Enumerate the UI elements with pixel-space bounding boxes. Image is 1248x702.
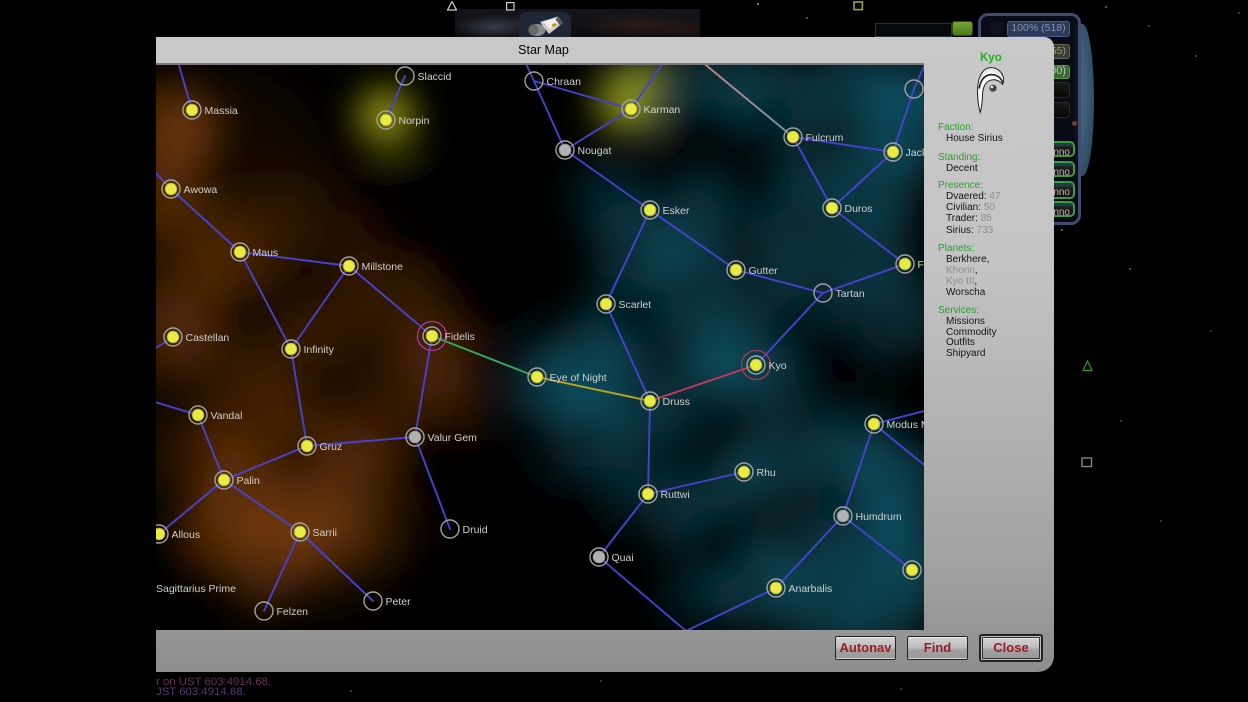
svg-text:Rhu: Rhu — [757, 467, 776, 479]
svg-text:Allous: Allous — [172, 529, 201, 541]
svg-text:Gutter: Gutter — [749, 265, 779, 277]
svg-text:Vandal: Vandal — [211, 410, 243, 422]
svg-text:Massia: Massia — [205, 105, 238, 117]
svg-text:Karman: Karman — [644, 104, 681, 116]
svg-text:Maus: Maus — [253, 247, 279, 259]
svg-text:Ruttwi: Ruttwi — [661, 489, 690, 501]
svg-text:Druid: Druid — [463, 524, 488, 536]
svg-text:Modus Manis: Modus Manis — [887, 419, 925, 431]
svg-text:Faith: Faith — [918, 259, 925, 271]
svg-text:Kyo: Kyo — [769, 360, 787, 372]
svg-text:Chraan: Chraan — [547, 76, 582, 88]
svg-text:Druss: Druss — [663, 396, 690, 408]
svg-text:Scarlet: Scarlet — [619, 299, 652, 311]
svg-text:Valur Gem: Valur Gem — [428, 432, 478, 444]
svg-text:Felzen: Felzen — [277, 606, 309, 618]
svg-text:Gruz: Gruz — [320, 441, 343, 453]
svg-text:Millstone: Millstone — [362, 261, 404, 273]
svg-text:Duros: Duros — [845, 203, 873, 215]
svg-text:Fulcrum: Fulcrum — [806, 132, 844, 144]
svg-text:Fidelis: Fidelis — [445, 331, 475, 343]
svg-text:Peter: Peter — [386, 596, 412, 608]
svg-text:Tartan: Tartan — [836, 288, 865, 300]
svg-text:Palin: Palin — [237, 475, 261, 487]
svg-text:Jack: Jack — [906, 147, 925, 159]
svg-text:Norpin: Norpin — [399, 115, 430, 127]
svg-text:Sagittarius Prime: Sagittarius Prime — [156, 583, 236, 595]
svg-text:Esker: Esker — [663, 205, 690, 217]
svg-text:Castellan: Castellan — [186, 332, 230, 344]
svg-text:Sarrii: Sarrii — [313, 527, 338, 539]
svg-text:Infinity: Infinity — [304, 344, 335, 356]
svg-text:Awowa: Awowa — [184, 184, 218, 196]
svg-text:Humdrum: Humdrum — [856, 511, 902, 523]
svg-text:Eye of Night: Eye of Night — [550, 372, 607, 384]
svg-text:Slaccid: Slaccid — [418, 71, 452, 83]
svg-text:Anarbalis: Anarbalis — [789, 583, 833, 595]
svg-text:Quai: Quai — [612, 552, 634, 564]
svg-text:Nougat: Nougat — [578, 145, 612, 157]
